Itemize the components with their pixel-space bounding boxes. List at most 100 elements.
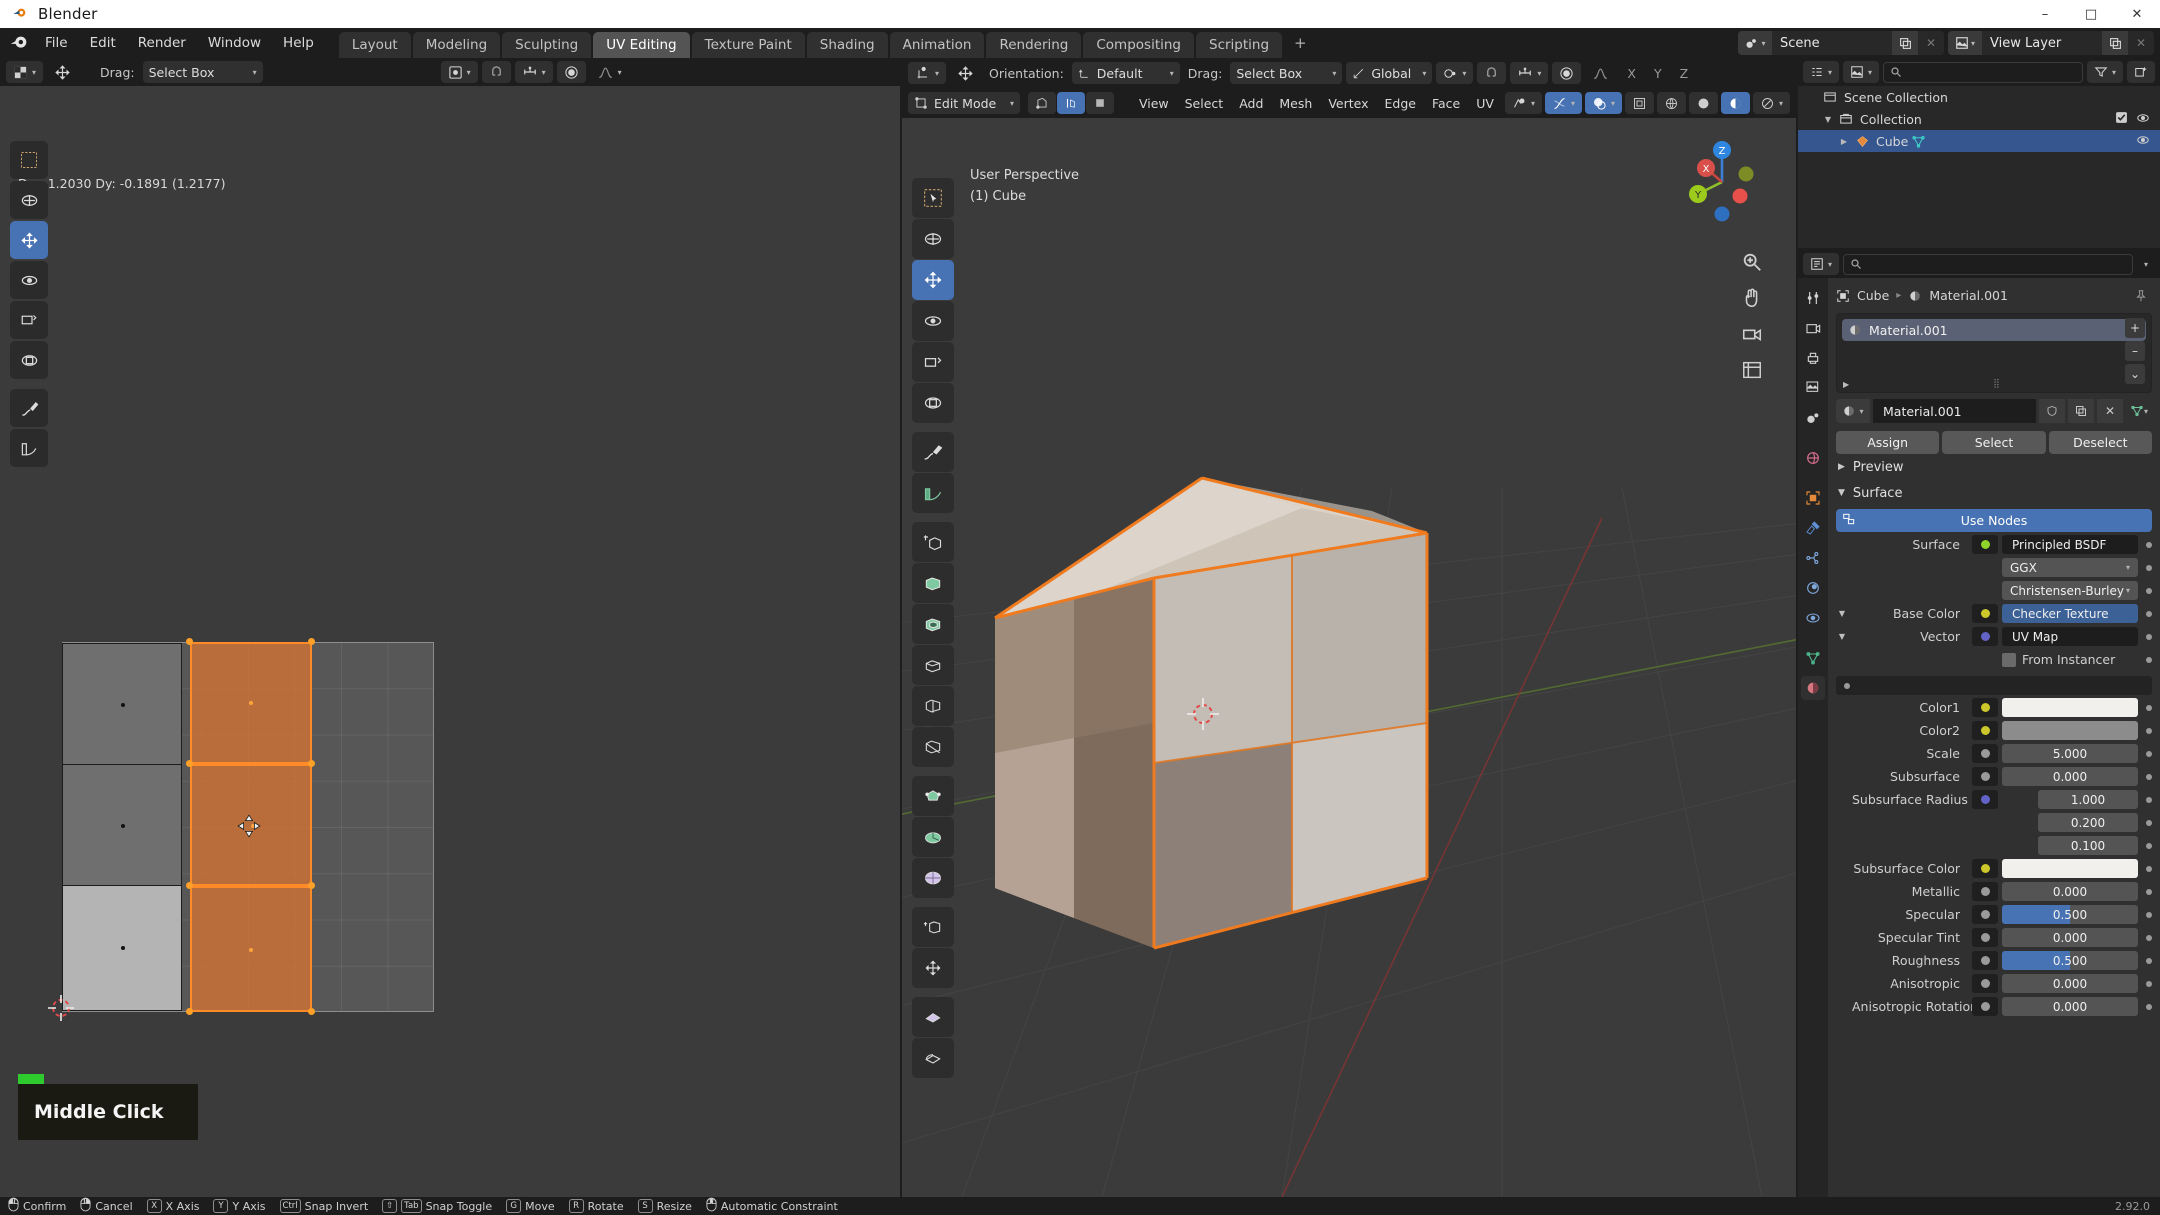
viewport-menu-select[interactable]: Select <box>1178 92 1231 114</box>
menu-window[interactable]: Window <box>197 32 272 54</box>
visibility-dropdown-button[interactable]: ▾ <box>1504 92 1542 114</box>
new-scene-button[interactable] <box>1892 31 1918 55</box>
viewport-falloff-icon[interactable] <box>1585 62 1616 84</box>
animate-property-dot[interactable] <box>2146 541 2152 548</box>
viewport-tool-bevel-tool[interactable] <box>912 645 954 685</box>
uv-tool-cursor[interactable] <box>10 181 48 219</box>
deselect-button[interactable]: Deselect <box>2048 431 2152 454</box>
node-socket[interactable] <box>1972 698 1998 717</box>
viewport-snap-magnet-icon[interactable] <box>1477 62 1507 84</box>
viewport-menu-add[interactable]: Add <box>1232 92 1270 114</box>
uv-2d-cursor-icon[interactable] <box>47 994 75 1022</box>
preview-collapse-icon[interactable]: ▶ <box>1838 462 1845 472</box>
uv-vertex[interactable] <box>308 882 315 889</box>
remove-material-slot-button[interactable]: – <box>2125 341 2145 361</box>
node-socket[interactable] <box>1972 859 1998 878</box>
close-button[interactable]: ✕ <box>2114 0 2160 28</box>
viewport-menu-mesh[interactable]: Mesh <box>1272 92 1319 114</box>
visibility-eye-icon[interactable] <box>2136 111 2150 128</box>
viewport-menu-uv[interactable]: UV <box>1469 92 1501 114</box>
uv-drag-dropdown[interactable]: Select Box ▾ <box>142 61 263 83</box>
minimize-button[interactable]: – <box>2022 0 2068 28</box>
workspace-tab-layout[interactable]: Layout <box>338 32 411 58</box>
animate-property-dot[interactable] <box>2146 727 2152 734</box>
uv-face-top-left[interactable] <box>62 643 182 765</box>
viewport-tool-extrude-region-tool[interactable] <box>912 563 954 603</box>
unlink-scene-button[interactable]: ✕ <box>1918 31 1944 55</box>
uv-tool-tweak[interactable] <box>10 141 48 179</box>
material-slot-list[interactable]: Material.001 ▶ ⣿ + – ⌄ <box>1836 313 2152 393</box>
mode-dropdown[interactable]: Edit Mode ▾ <box>908 92 1020 114</box>
workspace-tab-texture-paint[interactable]: Texture Paint <box>691 32 805 58</box>
node-socket[interactable] <box>1972 951 1998 970</box>
viewport-snap-increment-icon[interactable]: ▾ <box>1510 62 1549 84</box>
scene-name[interactable]: Scene <box>1772 36 1892 51</box>
menu-render[interactable]: Render <box>127 32 197 54</box>
color-swatch[interactable] <box>2002 698 2138 717</box>
navigation-gizmo[interactable]: Z Y X <box>1676 136 1768 228</box>
row-value[interactable]: GGX ▾ <box>2002 558 2138 577</box>
breadcrumb-object[interactable]: Cube <box>1857 288 1889 303</box>
properties-editor-type-button[interactable]: ▾ <box>1803 253 1840 275</box>
properties-options-button[interactable]: ▾ <box>2137 253 2155 275</box>
cube-mesh[interactable] <box>902 118 1796 1197</box>
collection-checkbox[interactable] <box>2115 111 2128 127</box>
node-socket[interactable] <box>1972 928 1998 947</box>
uv-face-bottom-left[interactable] <box>62 885 182 1011</box>
view-layer-selector[interactable]: ▾ View Layer ✕ <box>1948 31 2154 55</box>
viewport-tool-cursor-tool[interactable] <box>912 219 954 259</box>
animate-property-dot[interactable] <box>2146 911 2152 918</box>
add-material-slot-button[interactable]: + <box>2125 318 2145 338</box>
uv-tool-annotate[interactable] <box>10 389 48 427</box>
workspace-tab-uv-editing[interactable]: UV Editing <box>593 32 690 58</box>
viewport-canvas[interactable]: User Perspective (1) Cube Z Y X <box>902 118 1796 1197</box>
viewport-tool-knife-tool[interactable] <box>912 727 954 767</box>
uv-tool-move[interactable] <box>10 221 48 259</box>
workspace-tab-animation[interactable]: Animation <box>889 32 985 58</box>
node-socket[interactable] <box>1972 535 1998 554</box>
node-socket[interactable] <box>1972 627 1998 646</box>
animate-property-dot[interactable] <box>2146 888 2152 895</box>
viewport-tool-loop-cut-tool[interactable] <box>912 686 954 726</box>
ortho-persp-toggle-icon[interactable] <box>1740 358 1764 382</box>
animate-property-dot[interactable] <box>2146 610 2152 617</box>
outliner-search-input[interactable] <box>1883 61 2083 83</box>
expand-arrow-icon[interactable]: ▶ <box>1843 380 1849 389</box>
row-value[interactable]: 0.100 <box>2038 836 2138 855</box>
hand-pan-icon[interactable] <box>1740 286 1764 310</box>
material-node-icon[interactable]: ▾ <box>2126 399 2152 423</box>
outliner-editor-type-button[interactable]: ▾ <box>1803 61 1840 83</box>
uv-editor-type-button[interactable]: ▾ <box>6 61 44 83</box>
animate-property-dot[interactable] <box>2146 656 2152 663</box>
properties-tab-material[interactable] <box>1801 676 1825 700</box>
panel-surface[interactable]: ▼ Surface <box>1828 480 2160 506</box>
pin-icon[interactable] <box>2134 289 2148 303</box>
edge-select-mode-button[interactable] <box>1057 92 1085 114</box>
workspace-tab-sculpting[interactable]: Sculpting <box>502 32 592 58</box>
add-workspace-button[interactable]: + <box>1284 30 1317 56</box>
row-value[interactable]: 0.000 <box>2002 997 2138 1016</box>
panel-preview[interactable]: ▶ Preview <box>1828 454 2160 480</box>
view-layer-icon[interactable]: ▾ <box>1948 31 1982 55</box>
outliner-row-collection[interactable]: ▼ Collection <box>1798 108 2160 130</box>
viewport-pivot-point-button[interactable]: ▾ <box>908 62 947 84</box>
uv-vertex[interactable] <box>186 1008 193 1015</box>
row-value[interactable]: 0.000 <box>2002 767 2138 786</box>
orientation-dropdown[interactable]: Default ▾ <box>1071 62 1180 84</box>
viewport-tool-tweak-tool[interactable] <box>912 178 954 218</box>
node-socket[interactable] <box>1972 997 1998 1016</box>
shading-solid-filled-button[interactable] <box>1688 92 1718 114</box>
properties-tab-object-data[interactable] <box>1801 646 1825 670</box>
transform-orientation-dropdown[interactable]: Global ▾ <box>1346 62 1433 84</box>
remove-view-layer-button[interactable]: ✕ <box>2128 31 2154 55</box>
row-value[interactable]: UV Map <box>2002 627 2138 646</box>
menu-edit[interactable]: Edit <box>79 32 127 54</box>
animate-property-dot[interactable] <box>2146 842 2152 849</box>
uv-vertex[interactable] <box>308 760 315 767</box>
uv-face-bottom-center[interactable] <box>190 886 312 1012</box>
viewport-menu-view[interactable]: View <box>1132 92 1176 114</box>
use-nodes-button[interactable]: Use Nodes <box>1836 509 2152 532</box>
viewport-menu-edge[interactable]: Edge <box>1378 92 1423 114</box>
scene-icon[interactable]: ▾ <box>1738 31 1772 55</box>
uv-vertex[interactable] <box>186 882 193 889</box>
